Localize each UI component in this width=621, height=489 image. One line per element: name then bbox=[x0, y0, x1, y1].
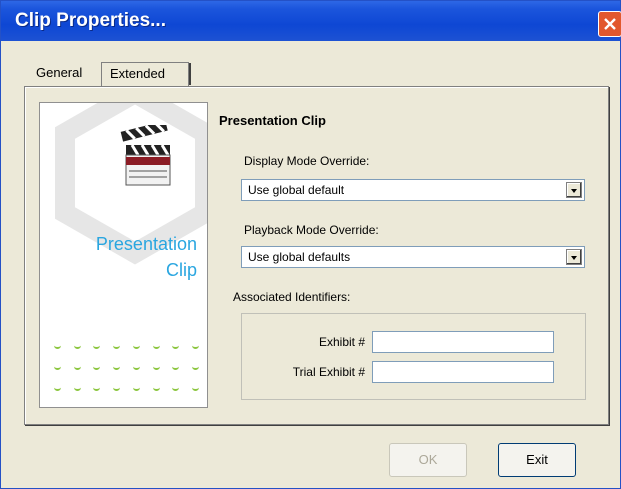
trial-exhibit-label: Trial Exhibit # bbox=[292, 365, 365, 379]
chevron-down-icon[interactable] bbox=[566, 182, 582, 198]
window-title: Clip Properties... bbox=[15, 10, 166, 31]
clip-properties-dialog: Clip Properties... General Extended Pres… bbox=[0, 0, 621, 489]
playback-mode-value: Use global defaults bbox=[248, 250, 351, 264]
close-icon bbox=[604, 18, 616, 30]
ok-button[interactable]: OK bbox=[389, 443, 467, 477]
display-mode-value: Use global default bbox=[248, 183, 345, 197]
chevron-down-icon[interactable] bbox=[566, 249, 582, 265]
tab-extended[interactable]: Extended bbox=[101, 62, 191, 86]
title-bar[interactable]: Clip Properties... bbox=[1, 1, 621, 41]
clip-type-line2: Clip bbox=[165, 260, 197, 280]
decorative-dots bbox=[54, 336, 199, 399]
tab-general[interactable]: General bbox=[36, 65, 82, 80]
clapperboard-icon bbox=[120, 125, 171, 186]
playback-mode-select[interactable]: Use global defaults bbox=[241, 246, 585, 268]
exhibit-label: Exhibit # bbox=[318, 335, 365, 349]
clip-type-illustration: Presentation Clip bbox=[39, 102, 208, 408]
trial-exhibit-field[interactable] bbox=[372, 361, 554, 383]
playback-mode-label: Playback Mode Override: bbox=[244, 223, 379, 237]
clip-type-line1: Presentation bbox=[95, 234, 197, 254]
close-button[interactable] bbox=[598, 11, 621, 37]
display-mode-label: Display Mode Override: bbox=[244, 154, 370, 168]
exhibit-field[interactable] bbox=[372, 331, 554, 353]
display-mode-select[interactable]: Use global default bbox=[241, 179, 585, 201]
identifiers-group bbox=[241, 313, 586, 400]
associated-identifiers-label: Associated Identifiers: bbox=[233, 290, 351, 304]
section-heading: Presentation Clip bbox=[219, 113, 326, 128]
exit-button[interactable]: Exit bbox=[498, 443, 576, 477]
